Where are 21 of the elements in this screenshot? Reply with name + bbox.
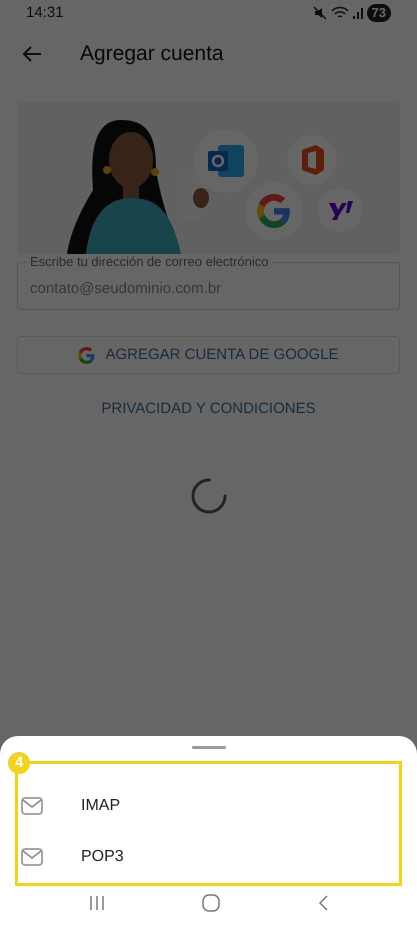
recent-apps-icon[interactable] [88, 894, 106, 912]
page-title: Agregar cuenta [80, 41, 224, 68]
sheet-handle[interactable] [192, 746, 226, 749]
step-badge: 4 [8, 752, 30, 774]
envelope-icon [21, 848, 43, 866]
yahoo-logo-icon [318, 188, 362, 232]
mute-icon [312, 6, 327, 20]
privacy-link[interactable]: PRIVACIDAD Y CONDICIONES [101, 398, 316, 420]
protocol-option[interactable]: POP3 [18, 832, 399, 883]
home-icon[interactable] [200, 894, 220, 912]
google-g-icon [257, 194, 291, 228]
protocol-option[interactable]: IMAP [18, 780, 399, 832]
envelope-icon [21, 796, 43, 815]
battery-indicator: 73 [366, 4, 391, 22]
wifi-icon [330, 6, 349, 20]
signal-icon [352, 7, 363, 19]
loading-spinner-icon [190, 476, 228, 514]
email-field-label: Escribe tu dirección de correo electrónico [29, 254, 270, 270]
google-account-button[interactable]: AGREGAR CUENTA DE GOOGLE [17, 336, 400, 374]
google-g-icon [78, 346, 96, 364]
status-time: 14:31 [26, 2, 64, 23]
